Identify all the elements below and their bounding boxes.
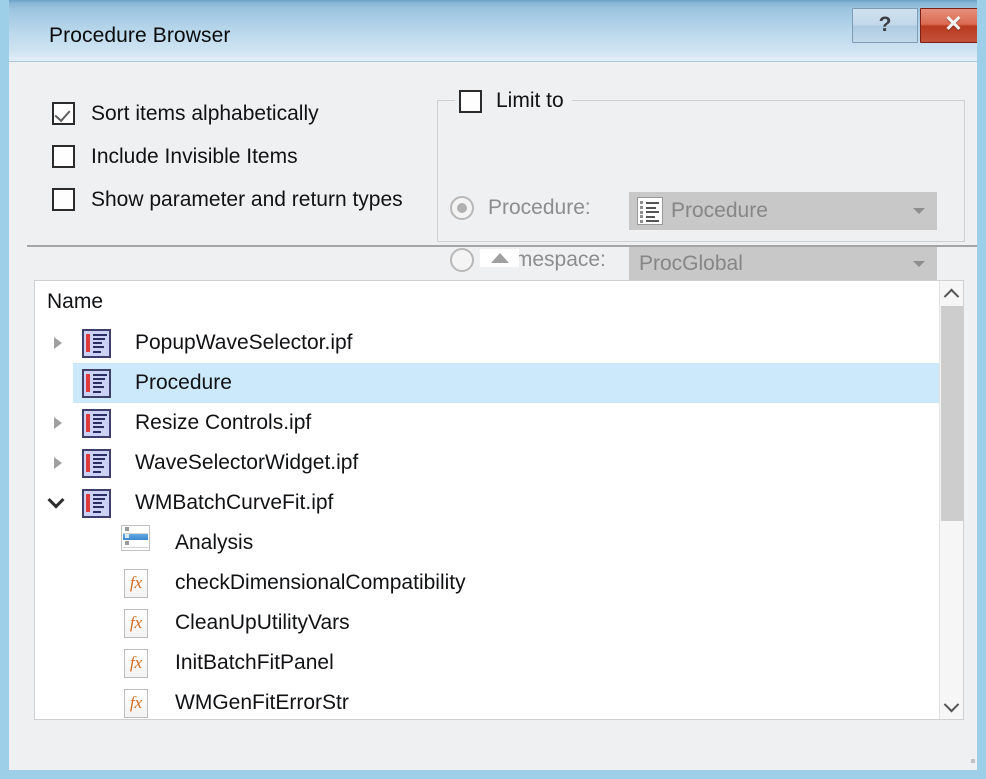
procedure-file-icon <box>82 488 111 518</box>
procedure-list: Name PopupWaveSelector.ipf Procedure Res… <box>34 280 964 720</box>
procedure-file-icon <box>637 197 663 225</box>
table-row[interactable]: Resize Controls.ipf <box>35 403 941 443</box>
function-fx-icon: fx <box>124 608 148 638</box>
table-row[interactable]: fx CleanUpUtilityVars <box>35 603 941 643</box>
chevron-down-icon <box>913 208 925 214</box>
procedure-dropdown[interactable]: Procedure <box>629 192 937 230</box>
section-divider <box>27 245 977 247</box>
icon-lines <box>93 333 107 353</box>
procedure-file-icon <box>82 448 111 478</box>
titlebar[interactable]: Procedure Browser ? ✕ <box>9 0 977 62</box>
namespace-dropdown-value: ProcGlobal <box>639 252 743 275</box>
radio-procedure[interactable] <box>450 196 474 220</box>
expand-toggle-icon[interactable] <box>47 332 69 354</box>
chevron-up-icon <box>943 288 960 304</box>
option-label: Include Invisible Items <box>91 144 298 168</box>
collapse-options-button[interactable] <box>480 249 519 267</box>
table-row[interactable]: fx InitBatchFitPanel <box>35 643 941 683</box>
row-label: WaveSelectorWidget.ipf <box>135 451 359 474</box>
procedure-dropdown-value: Procedure <box>671 199 768 222</box>
icon-dots <box>86 413 90 433</box>
question-mark-icon: ? <box>878 13 892 36</box>
row-label: Resize Controls.ipf <box>135 411 312 434</box>
table-row[interactable]: WMBatchCurveFit.ipf <box>35 483 941 523</box>
titlebar-highlight <box>9 0 977 4</box>
options-group: Sort items alphabetically Include Invisi… <box>52 92 403 221</box>
list-column-header[interactable]: Name <box>35 281 963 323</box>
collapse-toggle-icon[interactable] <box>45 492 67 514</box>
icon-lines <box>93 493 107 513</box>
close-icon: ✕ <box>944 11 963 36</box>
icon-lines <box>93 373 107 393</box>
radio-row-namespace[interactable]: Namespace: <box>450 248 606 272</box>
scrollbar-thumb[interactable] <box>941 306 963 521</box>
checkbox-sort-items-alphabetically[interactable] <box>52 102 75 125</box>
limit-to-header[interactable]: Limit to <box>455 88 572 114</box>
icon-row <box>123 527 148 534</box>
icon-dots <box>640 201 644 223</box>
icon-lines <box>93 413 107 433</box>
table-row[interactable]: WaveSelectorWidget.ipf <box>35 443 941 483</box>
radio-row-procedure[interactable]: Procedure: <box>450 196 591 220</box>
expand-toggle-icon[interactable] <box>47 452 69 474</box>
icon-lines <box>93 453 107 473</box>
window-title: Procedure Browser <box>49 24 231 47</box>
menu-item-icon <box>121 525 150 551</box>
row-label: PopupWaveSelector.ipf <box>135 331 353 354</box>
function-fx-icon: fx <box>124 688 148 718</box>
limit-to-label: Limit to <box>496 89 564 112</box>
chevron-down-icon <box>913 261 925 267</box>
radio-namespace[interactable] <box>450 248 474 272</box>
window-inner: Procedure Browser ? ✕ Sort items alphabe… <box>9 0 977 770</box>
checkbox-include-invisible-items[interactable] <box>52 145 75 168</box>
option-sort-items-alphabetically[interactable]: Sort items alphabetically <box>52 92 403 135</box>
namespace-dropdown[interactable]: ProcGlobal <box>629 245 937 283</box>
procedure-file-icon <box>82 368 111 398</box>
row-label: checkDimensionalCompatibility <box>175 571 466 594</box>
table-row[interactable]: PopupWaveSelector.ipf <box>35 323 941 363</box>
scroll-up-button[interactable] <box>940 281 963 305</box>
procedure-browser-window: Procedure Browser ? ✕ Sort items alphabe… <box>0 0 986 779</box>
triangle-up-icon <box>490 253 509 263</box>
icon-row <box>123 541 148 548</box>
table-row[interactable]: fx WMGenFitErrorStr <box>35 683 941 719</box>
column-header-name: Name <box>47 290 104 313</box>
icon-dots <box>86 333 90 353</box>
checkbox-show-parameter-and-return-types[interactable] <box>52 188 75 211</box>
row-label: WMGenFitErrorStr <box>175 691 349 714</box>
option-include-invisible-items[interactable]: Include Invisible Items <box>52 135 403 178</box>
icon-lines <box>646 202 659 222</box>
procedure-file-icon <box>82 328 111 358</box>
row-label: CleanUpUtilityVars <box>175 611 350 634</box>
checkbox-limit-to[interactable] <box>459 89 482 113</box>
table-row[interactable]: fx checkDimensionalCompatibility <box>35 563 941 603</box>
help-button[interactable]: ? <box>852 8 918 43</box>
row-label: Analysis <box>175 531 254 554</box>
icon-dots <box>86 453 90 473</box>
icon-row-highlighted <box>123 534 148 540</box>
row-label: WMBatchCurveFit.ipf <box>135 491 334 514</box>
icon-dots <box>86 373 90 393</box>
procedure-file-icon <box>82 408 111 438</box>
function-fx-icon: fx <box>124 568 148 598</box>
row-label: Procedure <box>135 371 232 394</box>
vertical-scrollbar[interactable] <box>939 281 963 719</box>
resize-grip[interactable] <box>970 747 977 764</box>
icon-dots <box>86 493 90 513</box>
close-button[interactable]: ✕ <box>920 8 977 43</box>
option-label: Show parameter and return types <box>91 187 403 211</box>
radio-procedure-label: Procedure: <box>488 196 591 219</box>
option-show-parameter-and-return-types[interactable]: Show parameter and return types <box>52 178 403 221</box>
list-rows-container: PopupWaveSelector.ipf Procedure Resize C… <box>35 323 941 719</box>
option-label: Sort items alphabetically <box>91 101 319 125</box>
expand-toggle-icon[interactable] <box>47 412 69 434</box>
function-fx-icon: fx <box>124 648 148 678</box>
table-row[interactable]: Analysis <box>35 523 941 563</box>
scroll-down-button[interactable] <box>940 695 963 719</box>
table-row[interactable]: Procedure <box>73 363 941 403</box>
content-area: Sort items alphabetically Include Invisi… <box>9 62 977 770</box>
chevron-down-icon <box>943 696 960 712</box>
row-label: InitBatchFitPanel <box>175 651 334 674</box>
